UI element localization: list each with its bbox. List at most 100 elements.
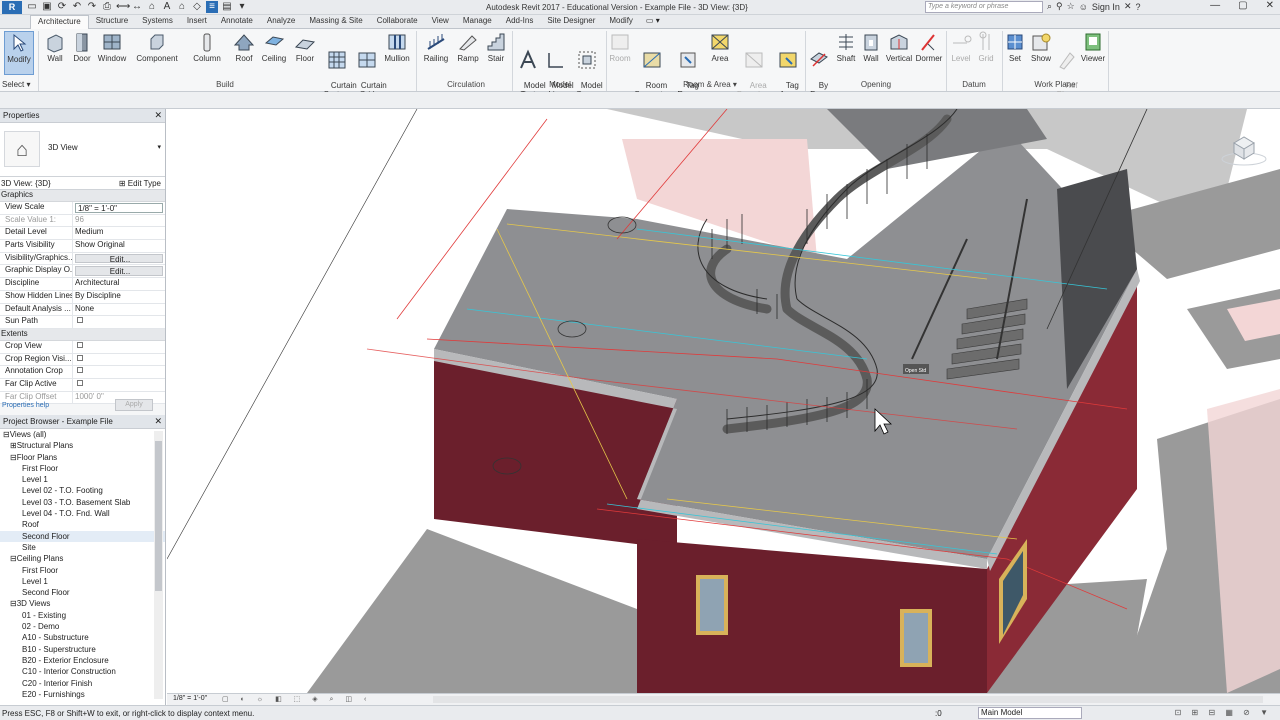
user-icon[interactable]: ☺ bbox=[1079, 2, 1088, 12]
checkbox[interactable] bbox=[77, 367, 83, 374]
floor-button[interactable]: Floor bbox=[293, 31, 317, 63]
tab-systems[interactable]: Systems bbox=[135, 15, 180, 29]
property-row[interactable]: Crop View bbox=[0, 340, 165, 354]
property-value[interactable]: Architectural bbox=[73, 278, 165, 290]
expand-toggle-icon[interactable]: ⊟ bbox=[10, 599, 17, 608]
wall-button[interactable]: Wall bbox=[43, 31, 67, 63]
maximize-icon[interactable]: ▢ bbox=[1238, 0, 1247, 11]
tab-manage[interactable]: Manage bbox=[456, 15, 499, 29]
tab-architecture[interactable]: Architecture bbox=[30, 15, 89, 29]
expand-toggle-icon[interactable]: ⊟ bbox=[10, 554, 17, 563]
property-row[interactable]: Far Clip Active bbox=[0, 378, 165, 392]
railing-button[interactable]: Railing bbox=[421, 31, 451, 63]
browser-item[interactable]: E20 - Furnishings bbox=[0, 689, 165, 700]
property-value[interactable] bbox=[73, 379, 165, 391]
thin-lines-icon[interactable]: ≡ bbox=[206, 1, 218, 13]
property-value[interactable] bbox=[73, 341, 165, 353]
exchange-icon[interactable]: ✕ bbox=[1124, 1, 1132, 12]
column-button[interactable]: Column bbox=[192, 31, 222, 63]
property-value[interactable]: By Discipline bbox=[73, 291, 165, 303]
view-scale[interactable]: 1/8" = 1'-0" bbox=[173, 695, 207, 702]
grid-button[interactable]: Grid bbox=[975, 31, 997, 63]
select-dropdown[interactable]: Select ▾ bbox=[2, 80, 30, 89]
revit-app-icon[interactable]: R bbox=[2, 1, 22, 14]
property-row[interactable]: Discipline Architectural bbox=[0, 278, 165, 291]
browser-item[interactable]: Second Floor bbox=[0, 587, 165, 598]
dimension-icon[interactable]: ↔ bbox=[131, 1, 143, 13]
property-group-header[interactable]: Graphics bbox=[0, 190, 165, 202]
property-row[interactable]: Graphic Display O... Edit... bbox=[0, 265, 165, 279]
property-group-header[interactable]: Extents bbox=[0, 328, 165, 341]
level-button[interactable]: Level bbox=[950, 31, 972, 63]
3d-viewport[interactable]: Open Std bbox=[167, 109, 1280, 693]
browser-item[interactable]: First Floor bbox=[0, 565, 165, 576]
shaft-button[interactable]: Shaft bbox=[834, 31, 858, 63]
help-icon[interactable]: ? bbox=[1136, 2, 1141, 12]
close-hidden-icon[interactable]: ▤ bbox=[221, 1, 233, 13]
browser-item[interactable]: B20 - Exterior Enclosure bbox=[0, 655, 165, 666]
expand-toggle-icon[interactable]: ⊟ bbox=[3, 430, 10, 439]
checkbox[interactable] bbox=[77, 341, 83, 348]
browser-item[interactable]: ⊟Views (all) bbox=[0, 429, 165, 440]
property-row[interactable]: Annotation Crop bbox=[0, 366, 165, 379]
property-value[interactable] bbox=[73, 366, 165, 378]
apply-button[interactable]: Apply bbox=[115, 399, 153, 411]
close-icon[interactable]: ✕ bbox=[1266, 0, 1274, 11]
save-icon[interactable]: ▣ bbox=[41, 1, 53, 13]
window-button[interactable]: Window bbox=[97, 31, 127, 63]
browser-item[interactable]: ⊟Ceiling Plans bbox=[0, 553, 165, 564]
browser-item[interactable]: A10 - Substructure bbox=[0, 632, 165, 643]
property-row[interactable]: Crop Region Visi... bbox=[0, 353, 165, 367]
browser-item[interactable]: First Floor bbox=[0, 463, 165, 474]
redo-icon[interactable]: ↷ bbox=[86, 1, 98, 13]
tab-analyze[interactable]: Analyze bbox=[260, 15, 302, 29]
browser-item[interactable]: Roof bbox=[0, 519, 165, 530]
measure-icon[interactable]: ⟷ bbox=[116, 1, 130, 13]
close-icon[interactable]: ✕ bbox=[154, 110, 162, 121]
property-value[interactable]: Edit... bbox=[75, 266, 163, 277]
curtain-grid-button[interactable]: Curtain Grid bbox=[352, 31, 387, 99]
sync-icon[interactable]: ⟳ bbox=[56, 1, 68, 13]
property-row[interactable]: Parts Visibility Show Original bbox=[0, 240, 165, 253]
subscription-icon[interactable]: ⚲ bbox=[1056, 1, 1063, 12]
instance-selector[interactable]: 3D View: {3D} ⊞ Edit Type bbox=[0, 177, 165, 190]
tab-structure[interactable]: Structure bbox=[89, 15, 135, 29]
property-row[interactable]: Scale Value 1: 96 bbox=[0, 214, 165, 228]
browser-item[interactable]: ⊟3D Views bbox=[0, 598, 165, 609]
checkbox[interactable] bbox=[77, 317, 83, 324]
edit-type-button[interactable]: ⊞ Edit Type bbox=[119, 179, 161, 188]
model-select[interactable]: Main Model bbox=[978, 707, 1082, 719]
browser-item[interactable]: 02 - Demo bbox=[0, 621, 165, 632]
browser-item[interactable]: Level 03 - T.O. Basement Slab bbox=[0, 497, 165, 508]
room-button[interactable]: Room bbox=[608, 31, 632, 63]
browser-item[interactable]: ⊟Floor Plans bbox=[0, 452, 165, 463]
open-icon[interactable]: ▭ bbox=[26, 1, 38, 13]
tab-annotate[interactable]: Annotate bbox=[214, 15, 260, 29]
property-row[interactable]: Detail Level Medium bbox=[0, 227, 165, 241]
tab-view[interactable]: View bbox=[425, 15, 456, 29]
browser-item[interactable]: Level 1 bbox=[0, 576, 165, 587]
3d-view-icon[interactable]: ⌂ bbox=[176, 1, 188, 13]
property-value[interactable]: Medium bbox=[73, 227, 165, 239]
browser-item[interactable]: Level 1 bbox=[0, 474, 165, 485]
tab-site-designer[interactable]: Site Designer bbox=[540, 15, 602, 29]
checkbox[interactable] bbox=[77, 354, 83, 361]
ceiling-button[interactable]: Ceiling bbox=[260, 31, 288, 63]
property-row[interactable]: Show Hidden Lines By Discipline bbox=[0, 290, 165, 304]
selection-filter-icons[interactable]: ⊡ ⊞ ⊟ ▦ ⊘ ▼ bbox=[1175, 708, 1272, 717]
property-row[interactable]: View Scale 1/8" = 1'-0" bbox=[0, 202, 165, 215]
close-icon[interactable]: ✕ bbox=[154, 416, 162, 427]
mullion-button[interactable]: Mullion bbox=[382, 31, 412, 63]
browser-item[interactable]: Second Floor bbox=[0, 530, 165, 542]
viewer-button[interactable]: Viewer bbox=[1080, 31, 1106, 63]
tab-add-ins[interactable]: Add-Ins bbox=[499, 15, 541, 29]
stair-button[interactable]: Stair bbox=[484, 31, 508, 63]
tab-massing-site[interactable]: Massing & Site bbox=[302, 15, 369, 29]
roof-button[interactable]: Roof bbox=[232, 31, 256, 63]
expand-toggle-icon[interactable]: ⊟ bbox=[10, 453, 17, 462]
switch-windows-icon[interactable]: ▾ bbox=[236, 1, 248, 13]
undo-icon[interactable]: ↶ bbox=[71, 1, 83, 13]
property-value[interactable]: 1/8" = 1'-0" bbox=[75, 203, 163, 213]
minimize-icon[interactable]: — bbox=[1210, 0, 1220, 11]
viewcube[interactable] bbox=[1220, 123, 1268, 167]
